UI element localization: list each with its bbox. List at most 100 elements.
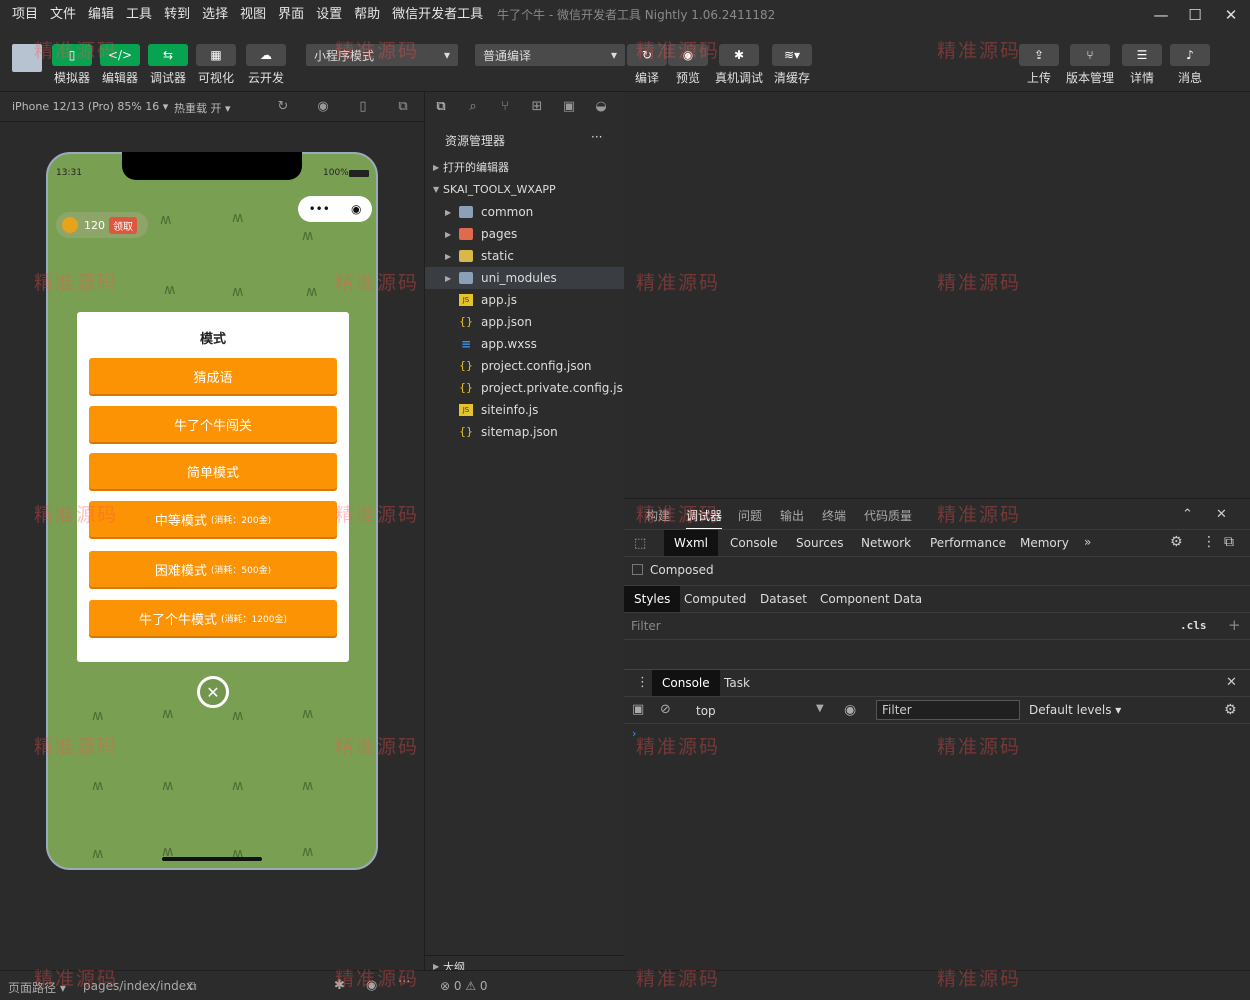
cloud-button[interactable]: ☁ 云开发: [246, 44, 286, 86]
chevron-up-icon[interactable]: ⌃: [1182, 507, 1193, 522]
menu-tools[interactable]: 工具: [120, 0, 158, 30]
devtab-performance[interactable]: Performance: [920, 530, 1016, 556]
computed-tab[interactable]: Computed: [674, 586, 756, 612]
compile-button[interactable]: ↻ 编译: [627, 44, 667, 86]
cls-toggle[interactable]: .cls: [1180, 619, 1207, 632]
console-settings-icon[interactable]: ⚙: [1224, 702, 1237, 718]
visual-button[interactable]: ▦ 可视化: [196, 44, 236, 86]
problems-count[interactable]: ⊗ 0 ⚠ 0: [440, 979, 488, 993]
component-data-tab[interactable]: Component Data: [810, 586, 932, 612]
page-path-select[interactable]: 页面路径 ▾: [8, 979, 66, 996]
upload-button[interactable]: ⇪ 上传: [1019, 44, 1059, 86]
drawer-menu-icon[interactable]: ⋮: [636, 675, 649, 690]
menu-goto[interactable]: 转到: [158, 0, 196, 30]
tab-output[interactable]: 输出: [780, 507, 804, 524]
project-section[interactable]: ▼ SKAI_TOOLX_WXAPP: [425, 178, 625, 200]
mode-button-medium[interactable]: 中等模式 (消耗：200金): [89, 501, 337, 537]
more-tabs-icon[interactable]: »: [1084, 535, 1091, 549]
menu-edit[interactable]: 编辑: [82, 0, 120, 30]
open-editors-section[interactable]: ▶ 打开的编辑器: [425, 156, 625, 178]
remote-debug-button[interactable]: ✱ 真机调试: [715, 44, 763, 86]
mode-button-niu[interactable]: 牛了个牛模式 (消耗：1200金): [89, 600, 337, 636]
dataset-tab[interactable]: Dataset: [750, 586, 817, 612]
tab-build[interactable]: 构建: [646, 507, 670, 524]
console-filter-input[interactable]: Filter: [876, 700, 1020, 720]
eye-icon[interactable]: ◉: [844, 702, 856, 718]
eye-icon[interactable]: ◉: [366, 978, 377, 993]
drawer-task-tab[interactable]: Task: [714, 670, 760, 696]
storage-icon[interactable]: ▣: [561, 99, 577, 115]
mode-select[interactable]: 小程序模式 ▾: [306, 44, 458, 66]
inspect-icon[interactable]: ⬚: [634, 536, 646, 551]
coin-counter[interactable]: 120 领取: [56, 212, 148, 238]
tab-code-quality[interactable]: 代码质量: [864, 507, 912, 524]
menu-interface[interactable]: 界面: [272, 0, 310, 30]
menu-file[interactable]: 文件: [44, 0, 82, 30]
mode-button-levels[interactable]: 牛了个牛闯关: [89, 406, 337, 442]
file-row[interactable]: JS app.js: [425, 289, 625, 311]
copy-icon[interactable]: ⧉: [188, 979, 197, 994]
record-icon[interactable]: ◉: [315, 99, 331, 115]
folder-row[interactable]: ▶ common: [425, 201, 625, 223]
explorer-more-icon[interactable]: ···: [591, 130, 602, 144]
kebab-icon[interactable]: ⋮: [1202, 534, 1216, 550]
mode-button-idiom[interactable]: 猜成语: [89, 358, 337, 394]
modal-close-icon[interactable]: ✕: [197, 676, 229, 708]
styles-filter-input[interactable]: Filter: [631, 619, 661, 633]
simulator-button[interactable]: ▯ 模拟器: [52, 44, 92, 86]
reload-icon[interactable]: ↻: [275, 99, 291, 115]
version-button[interactable]: ⑂ 版本管理: [1066, 44, 1114, 86]
folder-row[interactable]: ▶ static: [425, 245, 625, 267]
plus-icon[interactable]: +: [1228, 616, 1241, 634]
extensions-icon[interactable]: ⊞: [529, 99, 545, 115]
mode-button-hard[interactable]: 困难模式 (消耗：500金): [89, 551, 337, 587]
more-dots-icon[interactable]: •••: [309, 202, 330, 216]
docker-icon[interactable]: ◒: [593, 99, 609, 115]
devtab-wxml[interactable]: Wxml: [664, 530, 718, 556]
files-icon[interactable]: ⧉: [433, 99, 449, 115]
devtab-console[interactable]: Console: [720, 530, 788, 556]
composed-checkbox[interactable]: [632, 564, 643, 575]
gear-icon[interactable]: ⚙: [1170, 534, 1183, 550]
log-levels-select[interactable]: Default levels ▾: [1029, 703, 1121, 717]
folder-row[interactable]: ▶ uni_modules: [425, 267, 625, 289]
file-row[interactable]: {} project.private.config.js...: [425, 377, 625, 399]
drawer-close-icon[interactable]: ✕: [1226, 675, 1237, 690]
menu-settings[interactable]: 设置: [310, 0, 348, 30]
drawer-console-tab[interactable]: Console: [652, 670, 720, 696]
folder-row[interactable]: ▶ pages: [425, 223, 625, 245]
messages-button[interactable]: ♪ 消息: [1170, 44, 1210, 86]
close-target-icon[interactable]: ◉: [351, 202, 361, 216]
file-row[interactable]: {} project.config.json: [425, 355, 625, 377]
devtab-network[interactable]: Network: [851, 530, 921, 556]
claim-button[interactable]: 领取: [109, 216, 137, 234]
menu-help[interactable]: 帮助: [348, 0, 386, 30]
tab-terminal[interactable]: 终端: [822, 507, 846, 524]
file-row[interactable]: {} app.json: [425, 311, 625, 333]
device-select[interactable]: iPhone 12/13 (Pro) 85% 16 ▾: [12, 100, 168, 113]
details-button[interactable]: ☰ 详情: [1122, 44, 1162, 86]
more-dots-icon[interactable]: ···: [398, 975, 410, 990]
console-prompt-icon[interactable]: ›: [632, 727, 636, 740]
close-panel-icon[interactable]: ✕: [1216, 507, 1227, 522]
tab-problems[interactable]: 问题: [738, 507, 762, 524]
popout-icon[interactable]: ⧉: [395, 99, 411, 115]
editor-button[interactable]: </> 编辑器: [100, 44, 140, 86]
clear-cache-button[interactable]: ≋▾ 清缓存: [772, 44, 812, 86]
menu-project[interactable]: 项目: [0, 0, 44, 30]
preview-button[interactable]: ◉ 预览: [668, 44, 708, 86]
styles-tab[interactable]: Styles: [624, 586, 681, 612]
bug-icon[interactable]: ✱: [334, 978, 345, 993]
hot-reload-select[interactable]: 热重载 开 ▾: [174, 100, 231, 116]
device-icon[interactable]: ▯: [355, 99, 371, 115]
sidebar-toggle-icon[interactable]: ▣: [632, 702, 644, 717]
clear-console-icon[interactable]: ⊘: [660, 702, 671, 717]
tab-debugger[interactable]: 调试器: [686, 507, 723, 530]
menu-view[interactable]: 视图: [234, 0, 272, 30]
source-control-icon[interactable]: ⑂: [497, 99, 513, 115]
context-select[interactable]: top: [696, 704, 716, 718]
close-window-icon[interactable]: ✕: [1214, 0, 1248, 30]
file-row[interactable]: JS siteinfo.js: [425, 399, 625, 421]
file-row[interactable]: ≡ app.wxss: [425, 333, 625, 355]
file-row[interactable]: {} sitemap.json: [425, 421, 625, 443]
